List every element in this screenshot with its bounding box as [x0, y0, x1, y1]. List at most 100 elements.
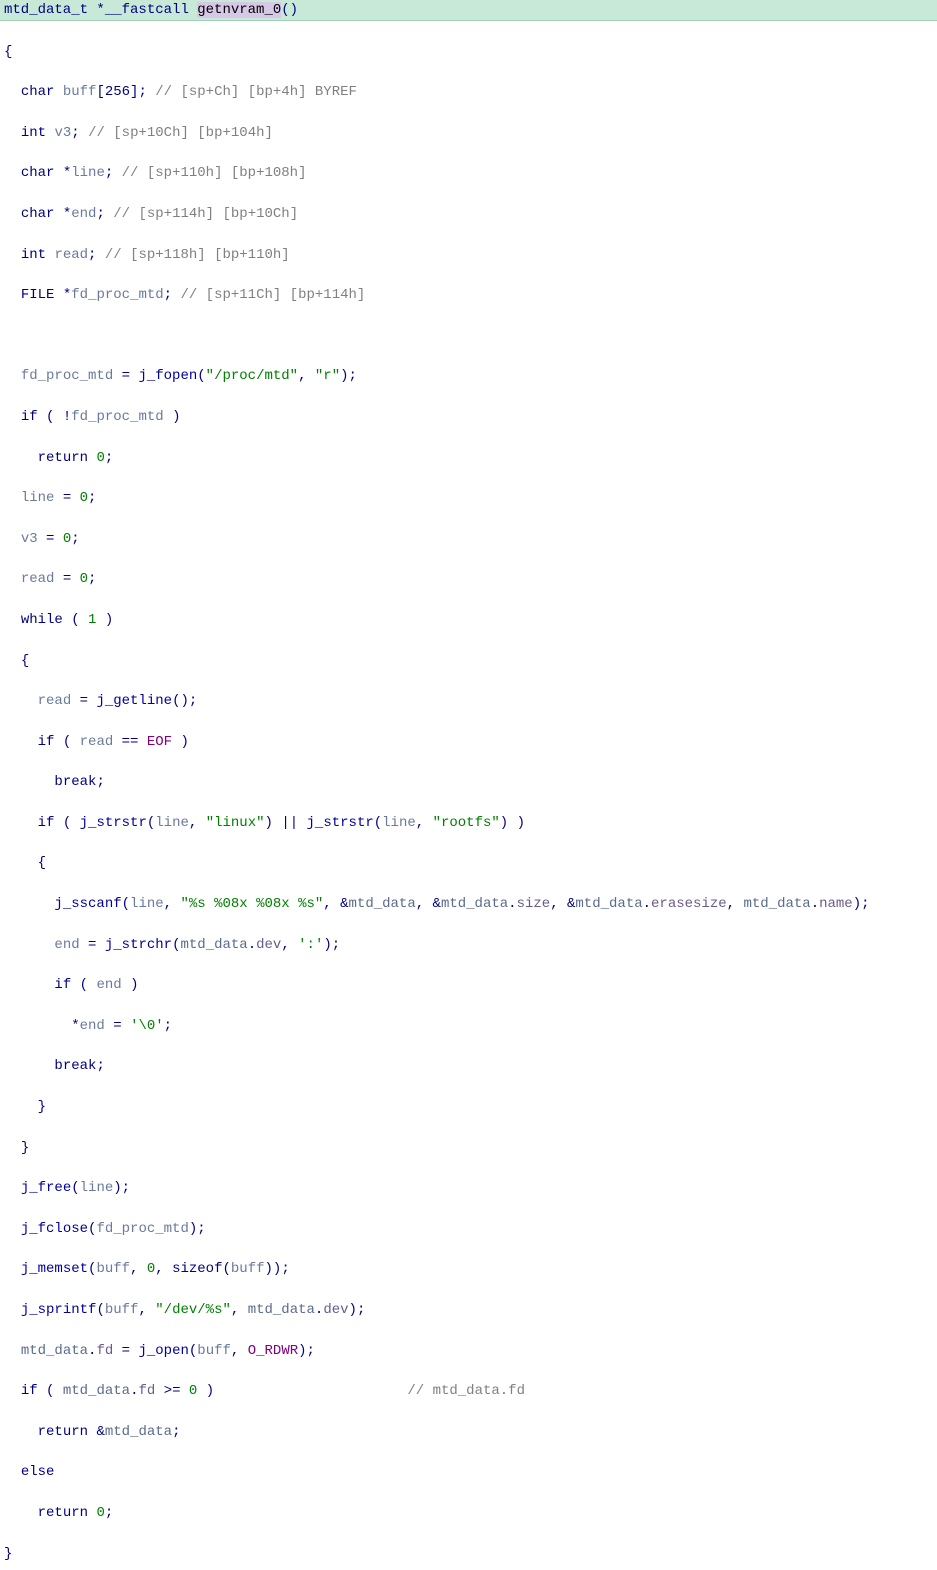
code-line[interactable]: mtd_data.fd = j_open(buff, O_RDWR);: [4, 1341, 933, 1361]
var-ref: line: [382, 815, 416, 831]
stack-comment: // [sp+Ch] [bp+4h] BYREF: [155, 84, 357, 100]
var-ref: line: [80, 1180, 114, 1196]
blank-line: [4, 326, 933, 346]
member: size: [517, 896, 551, 912]
param-list: (): [281, 2, 298, 18]
stack-comment: // [sp+11Ch] [bp+114h]: [180, 287, 365, 303]
string-literal: "rootfs": [433, 815, 500, 831]
global-var: mtd_data: [105, 1424, 172, 1440]
code-line[interactable]: j_sprintf(buff, "/dev/%s", mtd_data.dev)…: [4, 1300, 933, 1320]
function-signature: mtd_data_t *__fastcall getnvram_0(): [0, 0, 937, 21]
code-line[interactable]: if ( j_strstr(line, "linux") || j_strstr…: [4, 813, 933, 833]
var-fd-proc-mtd: fd_proc_mtd: [71, 287, 163, 303]
var-ref: buff: [231, 1261, 265, 1277]
function-name[interactable]: getnvram_0: [197, 2, 281, 18]
op-addr: &: [433, 896, 441, 912]
global-var: mtd_data: [349, 896, 416, 912]
stack-comment: // [sp+114h] [bp+10Ch]: [113, 206, 298, 222]
code-line[interactable]: return 0;: [4, 448, 933, 468]
global-var: mtd_data: [63, 1383, 130, 1399]
call-free: j_free: [21, 1180, 71, 1196]
code-line[interactable]: line = 0;: [4, 488, 933, 508]
type-keyword: int: [21, 125, 46, 141]
op-or: ||: [281, 815, 298, 831]
string-literal: "r": [315, 368, 340, 384]
type-keyword: char: [21, 165, 55, 181]
kw-if: if: [38, 734, 55, 750]
code-line[interactable]: }: [4, 1544, 933, 1564]
var-ref: line: [21, 490, 55, 506]
code-line[interactable]: break;: [4, 1056, 933, 1076]
code-line[interactable]: break;: [4, 772, 933, 792]
code-line[interactable]: j_fclose(fd_proc_mtd);: [4, 1219, 933, 1239]
code-line[interactable]: char buff[256]; // [sp+Ch] [bp+4h] BYREF: [4, 82, 933, 102]
code-line[interactable]: int read; // [sp+118h] [bp+110h]: [4, 245, 933, 265]
type-keyword: int: [21, 247, 46, 263]
calling-convention: __fastcall: [105, 2, 197, 18]
member: fd: [138, 1383, 155, 1399]
code-line[interactable]: j_memset(buff, 0, sizeof(buff));: [4, 1259, 933, 1279]
code-line[interactable]: if ( end ): [4, 975, 933, 995]
code-line[interactable]: {: [4, 853, 933, 873]
num-literal: 0: [147, 1261, 155, 1277]
code-line[interactable]: int v3; // [sp+10Ch] [bp+104h]: [4, 123, 933, 143]
num-literal: 0: [189, 1383, 197, 1399]
code-line[interactable]: if ( mtd_data.fd >= 0 ) // mtd_data.fd: [4, 1381, 933, 1401]
function-body: { char buff[256]; // [sp+Ch] [bp+4h] BYR…: [0, 21, 937, 1570]
code-line[interactable]: char *end; // [sp+114h] [bp+10Ch]: [4, 204, 933, 224]
code-line[interactable]: fd_proc_mtd = j_fopen("/proc/mtd", "r");: [4, 366, 933, 386]
var-ref: end: [54, 937, 79, 953]
op-not: !: [63, 409, 71, 425]
inline-comment: // mtd_data.fd: [407, 1383, 525, 1399]
code-line[interactable]: *end = '\0';: [4, 1016, 933, 1036]
code-line[interactable]: j_sscanf(line, "%s %08x %08x %s", &mtd_d…: [4, 894, 933, 914]
var-ref: end: [80, 1018, 105, 1034]
member: dev: [323, 1302, 348, 1318]
var-ref: buff: [105, 1302, 139, 1318]
var-ref: fd_proc_mtd: [21, 368, 113, 384]
kw-if: if: [21, 1383, 38, 1399]
num-literal: 1: [88, 612, 96, 628]
code-line[interactable]: else: [4, 1462, 933, 1482]
string-literal: "%s %08x %08x %s": [180, 896, 323, 912]
code-line[interactable]: read = j_getline();: [4, 691, 933, 711]
type-keyword: char: [21, 84, 55, 100]
kw-if: if: [21, 409, 38, 425]
call-fclose: j_fclose: [21, 1221, 88, 1237]
string-literal: "/proc/mtd": [206, 368, 298, 384]
call-strstr: j_strstr: [307, 815, 374, 831]
code-line[interactable]: while ( 1 ): [4, 610, 933, 630]
kw-return: return: [38, 1505, 88, 1521]
var-read: read: [54, 247, 88, 263]
code-line[interactable]: }: [4, 1138, 933, 1158]
stack-comment: // [sp+10Ch] [bp+104h]: [88, 125, 273, 141]
code-line[interactable]: if ( !fd_proc_mtd ): [4, 407, 933, 427]
kw-if: if: [38, 815, 55, 831]
num-literal: 0: [80, 490, 88, 506]
member: fd: [96, 1343, 113, 1359]
global-var: mtd_data: [575, 896, 642, 912]
op-addr: &: [567, 896, 575, 912]
code-line[interactable]: char *line; // [sp+110h] [bp+108h]: [4, 163, 933, 183]
kw-break: break: [54, 1058, 96, 1074]
pointer-star: *: [63, 206, 71, 222]
code-line[interactable]: return &mtd_data;: [4, 1422, 933, 1442]
code-line[interactable]: v3 = 0;: [4, 529, 933, 549]
code-line[interactable]: if ( read == EOF ): [4, 732, 933, 752]
num-literal: 0: [96, 450, 104, 466]
code-line[interactable]: end = j_strchr(mtd_data.dev, ':');: [4, 935, 933, 955]
pointer-star: *: [63, 287, 71, 303]
code-line[interactable]: {: [4, 42, 933, 62]
string-literal: "/dev/%s": [155, 1302, 231, 1318]
code-line[interactable]: FILE *fd_proc_mtd; // [sp+11Ch] [bp+114h…: [4, 285, 933, 305]
code-line[interactable]: {: [4, 651, 933, 671]
var-ref: line: [155, 815, 189, 831]
kw-break: break: [54, 774, 96, 790]
code-line[interactable]: }: [4, 1097, 933, 1117]
num-literal: 0: [63, 531, 71, 547]
var-ref: v3: [21, 531, 38, 547]
code-line[interactable]: return 0;: [4, 1503, 933, 1523]
char-literal: ':': [298, 937, 323, 953]
code-line[interactable]: j_free(line);: [4, 1178, 933, 1198]
code-line[interactable]: read = 0;: [4, 569, 933, 589]
